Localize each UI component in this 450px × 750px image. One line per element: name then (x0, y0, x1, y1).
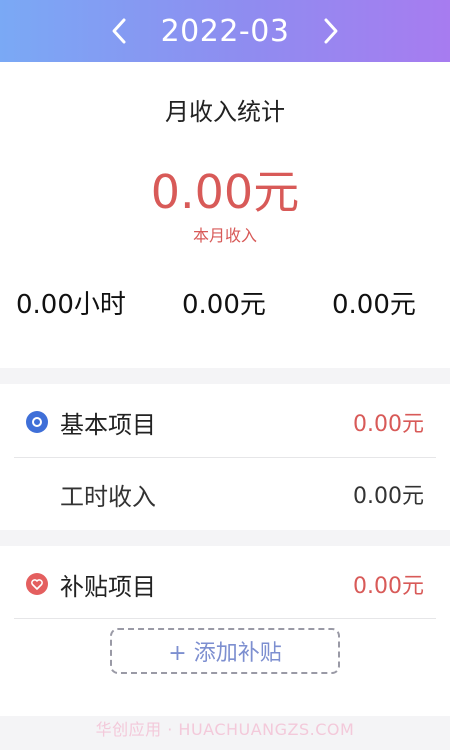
list-item[interactable]: 工时收入 0.00元 (0, 458, 450, 530)
subsidy-items-title: 补贴项目 (60, 572, 156, 601)
stat-amount-2: 0.00元 (332, 290, 416, 320)
add-subsidy-button[interactable]: + 添加补贴 (110, 628, 340, 674)
monthly-income-label: 本月收入 (192, 226, 257, 245)
subsidy-items-header[interactable]: 补贴项目 0.00元 (0, 548, 450, 620)
work-hours-income-label: 工时收入 (60, 482, 156, 511)
monthly-summary: 月收入统计 0.00元 本月收入 0.00小时 0.00元 0.00元 (0, 62, 450, 368)
current-month[interactable]: 2022-03 (161, 14, 290, 49)
basic-items-header[interactable]: 基本项目 0.00元 (0, 386, 450, 458)
divider (14, 618, 436, 619)
stat-amount-1: 0.00元 (182, 290, 266, 320)
chevron-left-icon (112, 18, 126, 44)
basic-items-card: 基本项目 0.00元 工时收入 0.00元 (0, 384, 450, 530)
subsidy-items-card: 补贴项目 0.00元 + 添加补贴 (0, 546, 450, 716)
basic-items-total: 0.00元 (353, 412, 424, 437)
monthly-income-amount: 0.00元 (150, 165, 300, 219)
watermark-text: 华创应用 · HUACHUANGZS.COM (95, 720, 355, 739)
stat-hours: 0.00小时 (16, 290, 126, 320)
prev-month-button[interactable] (99, 11, 139, 51)
summary-title: 月收入统计 (165, 98, 285, 126)
next-month-button[interactable] (311, 11, 351, 51)
subsidy-items-total: 0.00元 (353, 574, 424, 599)
month-header: 2022-03 (0, 0, 450, 62)
basic-items-title: 基本项目 (60, 410, 156, 439)
circle-dot-icon (26, 411, 48, 433)
work-hours-income-value: 0.00元 (353, 484, 424, 509)
chevron-right-icon (324, 18, 338, 44)
heart-icon (26, 573, 48, 595)
